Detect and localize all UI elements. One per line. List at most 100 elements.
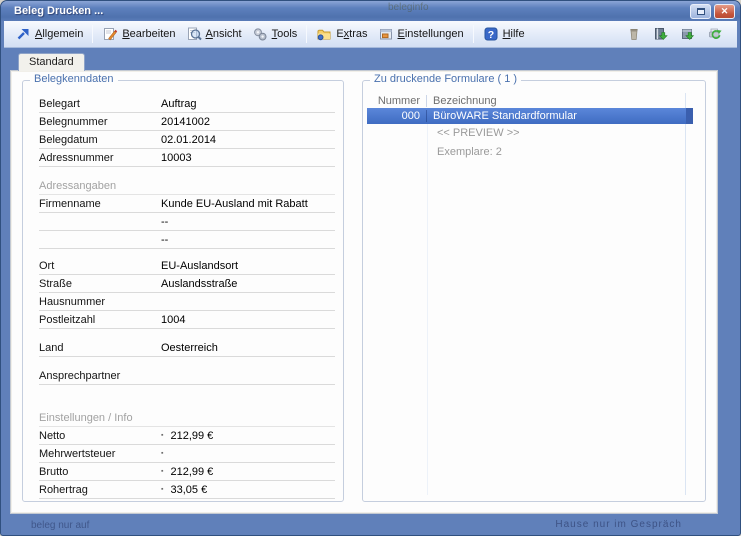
field-row-zusatz2: -- [39,231,335,249]
section-header-einstellungen: Einstellungen / Info [39,409,335,427]
value-marker: ▪ [161,450,164,457]
field-value: 212,99 € [170,465,214,478]
field-value: Auftrag [161,97,197,110]
field-label: Straße [39,277,73,290]
field-label: Netto [39,429,66,442]
field-row-ansprechpartner: Ansprechpartner [39,367,335,385]
toolbar-right-icons [626,26,723,42]
box-export-icon[interactable] [680,26,696,42]
field-value: 20141002 [161,115,210,128]
printer-refresh-icon[interactable] [707,26,723,42]
field-row-land: Land Oesterreich [39,339,335,357]
column-divider [427,109,428,495]
toolbar-separator [92,25,94,43]
content-area: Belegkenndaten Belegart Auftrag Belegnum… [10,70,718,514]
groupbox-title: Zu druckende Formulare ( 1 ) [370,73,522,85]
trash-icon[interactable] [626,26,642,42]
menu-extras[interactable]: Extras [311,24,372,44]
list-row-selected[interactable]: 000 BüroWARE Standardformular [367,108,693,124]
field-row-firmenname: Firmenname Kunde EU-Ausland mit Rabatt [39,195,335,213]
content-panel: Belegkenndaten Belegart Auftrag Belegnum… [12,72,716,512]
field-label: Belegdatum [39,133,98,146]
field-label: Firmenname [39,197,101,210]
field-row-belegnummer: Belegnummer 20141002 [39,113,335,131]
field-label: Rohertrag [39,483,88,496]
field-label: Ansprechpartner [39,369,121,382]
field-value: 10003 [161,151,192,164]
menu-ansicht[interactable]: Ansicht [181,24,247,44]
close-icon: ✕ [720,5,729,16]
field-value: Auslandsstraße [161,277,238,290]
field-row-ort: Ort EU-Auslandsort [39,257,335,275]
exemplare-label: Exemplare: 2 [437,146,502,158]
value-marker: ▪ [161,468,164,475]
row-bezeichnung: BüroWARE Standardformular [433,110,577,122]
field-row-strasse: Straße Auslandsstraße [39,275,335,293]
maximize-button[interactable] [690,3,711,19]
section-label: Einstellungen / Info [39,411,133,424]
field-value: EU-Auslandsort [161,259,239,272]
field-value: 33,05 € [170,483,208,496]
field-value: -- [161,233,169,246]
row-nummer: 000 [367,110,427,122]
section-label: Adressangaben [39,179,117,192]
window-controls: ✕ [690,3,735,19]
preview-label: << PREVIEW >> [437,127,520,139]
menu-bearbeiten[interactable]: Bearbeiten [97,24,180,44]
close-button[interactable]: ✕ [714,3,735,19]
menu-label: Einstellungen [397,28,464,40]
help-icon: ? [483,26,499,42]
menu-allgemein[interactable]: Allgemein [10,24,88,44]
field-row-belegdatum: Belegdatum 02.01.2014 [39,131,335,149]
tab-standard[interactable]: Standard [18,53,85,71]
beleg-form: Belegart Auftrag Belegnummer 20141002 Be… [39,95,335,499]
background-bleed-text: Hause nur im Gespräch [555,519,682,530]
menu-label: Tools [271,28,298,40]
menu-einstellungen[interactable]: Einstellungen [373,24,469,44]
window-title: Beleg Drucken ... [14,5,104,17]
column-header-nummer[interactable]: Nummer [367,94,427,107]
groupbox-formulare: Zu druckende Formulare ( 1 ) Nummer Beze… [362,73,706,502]
field-label: Postleitzahl [39,313,96,326]
field-row-belegart: Belegart Auftrag [39,95,335,113]
menu-label: Ansicht [205,28,242,40]
field-label: Belegart [39,97,80,110]
field-row-postleitzahl: Postleitzahl 1004 [39,311,335,329]
maximize-icon [696,7,705,15]
value-marker: ▪ [161,486,164,493]
field-row-adressnummer: Adressnummer 10003 [39,149,335,167]
groupbox-belegkenndaten: Belegkenndaten Belegart Auftrag Belegnum… [22,73,344,502]
field-value: Kunde EU-Ausland mit Rabatt [161,197,308,210]
edit-icon [102,26,118,42]
field-label: Ort [39,259,55,272]
tab-strip: Standard [18,53,740,71]
field-value: Oesterreich [161,341,218,354]
field-label: Hausnummer [39,295,106,308]
dialog-window: Beleg Drucken ... ✕ Allgemein Bearbeiten… [0,0,741,536]
gears-icon [252,26,268,42]
field-label: Adressnummer [39,151,114,164]
column-header-bezeichnung[interactable]: Bezeichnung [427,95,693,107]
field-value: 1004 [161,313,186,326]
groupbox-title: Belegkenndaten [30,73,118,85]
magnifier-icon [186,26,202,42]
field-row-mehrwertsteuer: Mehrwertsteuer ▪ [39,445,335,463]
menu-hilfe[interactable]: ? Hilfe [478,24,530,44]
menu-label: Allgemein [35,28,84,40]
menu-tools[interactable]: Tools [247,24,303,44]
field-value: 212,99 € [170,429,214,442]
scrollbar-thumb[interactable] [686,108,693,124]
menu-label: Hilfe [502,28,525,40]
section-header-adressangaben: Adressangaben [39,177,335,195]
folder-icon [316,26,332,42]
field-row-brutto: Brutto ▪ 212,99 € [39,463,335,481]
book-import-icon[interactable] [653,26,669,42]
arrow-up-right-icon [15,26,31,42]
title-bar[interactable]: Beleg Drucken ... ✕ [1,1,740,21]
field-row-rohertrag: Rohertrag ▪ 33,05 € [39,481,335,499]
